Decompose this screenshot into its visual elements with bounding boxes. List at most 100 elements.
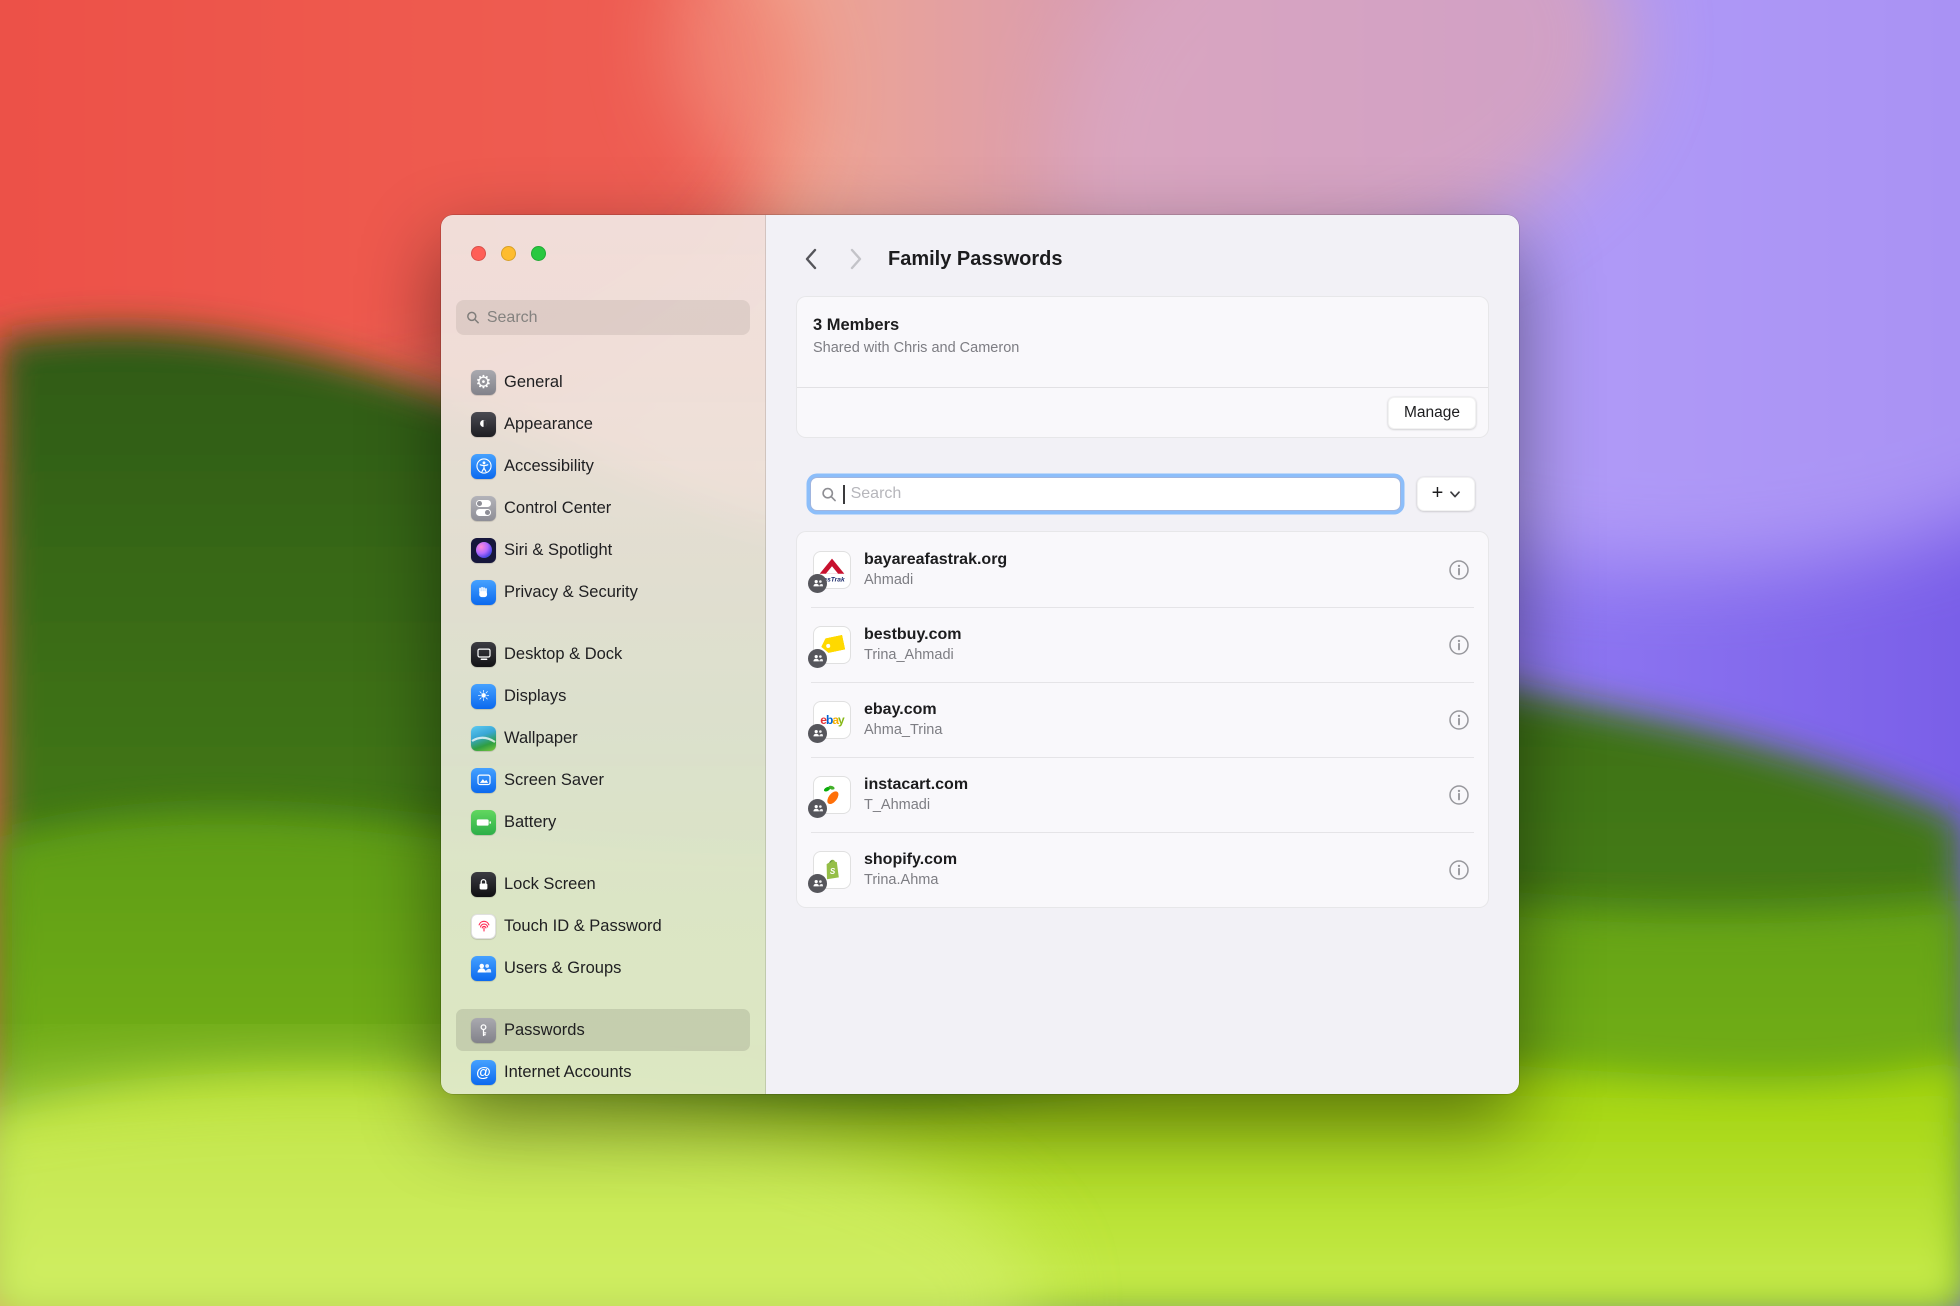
control-center-icon [471,496,496,521]
password-row[interactable]: ebay ebay.com Ahma_Trina [797,682,1488,757]
sidebar-item-label: Lock Screen [504,875,596,894]
info-icon[interactable] [1446,782,1472,808]
sidebar-item-general[interactable]: ⚙ General [456,361,750,403]
sidebar-item-wallpaper[interactable]: Wallpaper [456,717,750,759]
ebay-site-icon: ebay [813,701,851,739]
sidebar-item-displays[interactable]: ☀ Displays [456,675,750,717]
bestbuy-site-icon [813,626,851,664]
password-row[interactable]: instacart.com T_Ahmadi [797,757,1488,832]
password-row[interactable]: bestbuy.com Trina_Ahmadi [797,607,1488,682]
users-icon [471,956,496,981]
search-icon [466,310,480,325]
sidebar-item-internet-accounts[interactable]: @ Internet Accounts [456,1051,750,1093]
sidebar-item-siri-spotlight[interactable]: Siri & Spotlight [456,529,750,571]
key-icon [471,1018,496,1043]
sidebar-item-desktop-dock[interactable]: Desktop & Dock [456,633,750,675]
username: Trina.Ahma [864,872,1433,888]
site-name: bayareafastrak.org [864,551,1433,569]
system-settings-window: ⚙ General ◐ Appearance Accessib [441,215,1519,1094]
passwords-list: FasTrak bayareafastrak.org Ahmadi [796,531,1489,908]
svg-text:S: S [830,867,836,876]
forward-button[interactable] [842,243,870,275]
window-controls [471,246,750,261]
sidebar-item-privacy-security[interactable]: Privacy & Security [456,571,750,613]
sidebar-item-label: Privacy & Security [504,583,638,602]
info-icon[interactable] [1446,557,1472,583]
minimize-button[interactable] [501,246,516,261]
password-row[interactable]: S shopify.com Trina.Ahma [797,832,1488,907]
gear-icon: ⚙ [471,370,496,395]
close-button[interactable] [471,246,486,261]
sidebar-item-battery[interactable]: Battery [456,801,750,843]
info-icon[interactable] [1446,707,1472,733]
family-passwords-pane: Family Passwords 3 Members Shared with C… [766,215,1519,1094]
sidebar-item-label: Users & Groups [504,959,621,978]
fastrak-site-icon: FasTrak [813,551,851,589]
username: T_Ahmadi [864,797,1433,813]
sidebar-item-accessibility[interactable]: Accessibility [456,445,750,487]
fingerprint-icon [471,914,496,939]
chevron-right-icon [850,248,863,270]
sidebar-item-users-groups[interactable]: Users & Groups [456,947,750,989]
members-count: 3 Members [813,316,1472,335]
chevron-down-icon [1450,491,1460,498]
sidebar-item-label: Displays [504,687,566,706]
hand-icon [471,580,496,605]
plus-icon: + [1432,483,1444,503]
lock-icon [471,872,496,897]
accessibility-icon [471,454,496,479]
sidebar-item-label: Touch ID & Password [504,917,662,936]
shared-badge-icon [808,574,827,593]
manage-button[interactable]: Manage [1388,397,1476,429]
info-icon[interactable] [1446,857,1472,883]
sidebar-search-field[interactable] [456,300,750,335]
sidebar-item-touch-id[interactable]: Touch ID & Password [456,905,750,947]
sidebar-item-passwords[interactable]: Passwords [456,1009,750,1051]
site-name: ebay.com [864,701,1433,719]
text-caret [843,485,845,504]
wallpaper-icon [471,726,496,751]
site-name: shopify.com [864,851,1433,869]
password-row[interactable]: FasTrak bayareafastrak.org Ahmadi [797,532,1488,607]
shared-badge-icon [808,874,827,893]
sidebar-item-label: Desktop & Dock [504,645,622,664]
sidebar-item-label: Appearance [504,415,593,434]
desktop-dock-icon [471,642,496,667]
sidebar-item-control-center[interactable]: Control Center [456,487,750,529]
username: Ahmadi [864,572,1433,588]
username: Ahma_Trina [864,722,1433,738]
ebay-logo: ebay [820,713,843,727]
pane-header: Family Passwords [796,239,1489,279]
sidebar-item-lock-screen[interactable]: Lock Screen [456,863,750,905]
passwords-search-field[interactable] [810,477,1401,511]
sidebar-item-label: Internet Accounts [504,1063,632,1082]
sidebar-item-label: Passwords [504,1021,585,1040]
site-name: bestbuy.com [864,626,1433,644]
members-shared-with: Shared with Chris and Cameron [813,340,1472,356]
zoom-button[interactable] [531,246,546,261]
shared-badge-icon [808,649,827,668]
sidebar-item-label: Control Center [504,499,611,518]
info-icon[interactable] [1446,632,1472,658]
battery-icon [471,810,496,835]
settings-sidebar: ⚙ General ◐ Appearance Accessib [441,215,766,1094]
sidebar-item-label: Accessibility [504,457,594,476]
appearance-icon: ◐ [471,412,496,437]
instacart-site-icon [813,776,851,814]
shared-badge-icon [808,799,827,818]
back-button[interactable] [796,243,824,275]
sun-icon: ☀ [471,684,496,709]
sidebar-search-input[interactable] [487,309,740,327]
add-password-button[interactable]: + [1417,477,1475,511]
sidebar-item-label: Battery [504,813,556,832]
sidebar-nav: ⚙ General ◐ Appearance Accessib [456,361,750,1093]
sidebar-item-screen-saver[interactable]: Screen Saver [456,759,750,801]
chevron-left-icon [804,248,817,270]
shared-badge-icon [808,724,827,743]
sidebar-item-appearance[interactable]: ◐ Appearance [456,403,750,445]
sidebar-item-label: General [504,373,563,392]
page-title: Family Passwords [888,248,1063,271]
passwords-search-input[interactable] [851,485,1390,503]
site-name: instacart.com [864,776,1433,794]
at-icon: @ [471,1060,496,1085]
